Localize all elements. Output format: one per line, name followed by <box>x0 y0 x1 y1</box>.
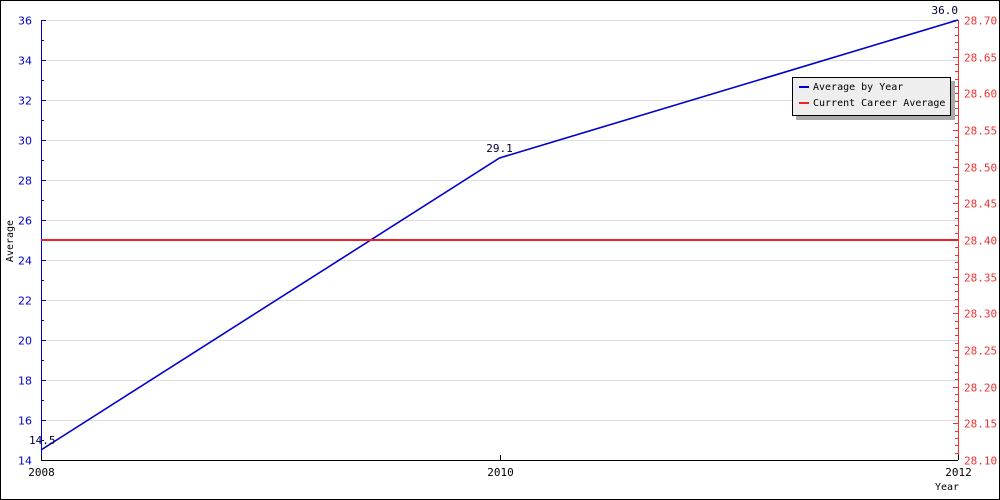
right-tick-label: 28.45 <box>964 198 997 211</box>
legend-item-average-by-year: Average by Year <box>799 81 903 95</box>
data-label: 36.0 <box>932 4 959 17</box>
left-tick-label: 34 <box>18 55 32 68</box>
left-tick-label: 26 <box>18 215 32 228</box>
x-tick-label: 2008 <box>28 466 55 479</box>
chart-frame: 14 16 18 20 22 24 26 28 30 32 34 36 28.10 28.15 28.20… <box>0 0 1000 500</box>
left-tick-label: 16 <box>18 415 32 428</box>
right-tick-label: 28.55 <box>964 125 997 138</box>
left-tick-label: 20 <box>18 335 32 348</box>
right-y-axis: 28.1028.1528.2028.2528.3028.3528.4028.45… <box>953 15 997 468</box>
left-tick-label: 36 <box>18 15 32 28</box>
right-tick-label: 28.20 <box>964 382 997 395</box>
legend: Average by Year Current Career Average <box>792 77 951 116</box>
series-group: 14.5 29.1 36.0 <box>29 4 959 451</box>
x-tick-label: 2012 <box>945 466 972 479</box>
left-tick-label: 32 <box>18 95 32 108</box>
x-axis: 2008 2010 2012 <box>28 455 972 479</box>
right-tick-label: 28.15 <box>964 418 997 431</box>
x-tick-label: 2010 <box>487 466 514 479</box>
left-tick-label: 28 <box>18 175 32 188</box>
right-tick-label: 28.30 <box>964 308 997 321</box>
right-tick-label: 28.35 <box>964 272 997 285</box>
line-chart: 141618202224262830323436 28.1028.1528.20… <box>5 4 997 493</box>
right-tick-label: 28.60 <box>964 88 997 101</box>
legend-label: Current Career Average <box>813 98 946 109</box>
data-label: 14.5 <box>29 434 56 447</box>
right-tick-label: 28.50 <box>964 162 997 175</box>
y-axis-label: Average <box>5 220 16 262</box>
right-tick-label: 28.25 <box>964 345 997 358</box>
left-tick-label: 18 <box>18 375 32 388</box>
x-axis-label: Year <box>935 482 959 493</box>
left-tick-label: 30 <box>18 135 32 148</box>
data-label: 29.1 <box>486 142 513 155</box>
left-tick-label: 24 <box>18 255 32 268</box>
right-tick-label: 28.40 <box>964 235 997 248</box>
right-tick-label: 28.65 <box>964 52 997 65</box>
legend-swatch-red <box>799 102 809 104</box>
legend-item-career-average: Current Career Average <box>799 97 945 111</box>
legend-label: Average by Year <box>813 82 904 93</box>
legend-swatch-blue <box>799 86 809 88</box>
left-tick-label: 22 <box>18 295 32 308</box>
right-tick-label: 28.70 <box>964 15 997 28</box>
